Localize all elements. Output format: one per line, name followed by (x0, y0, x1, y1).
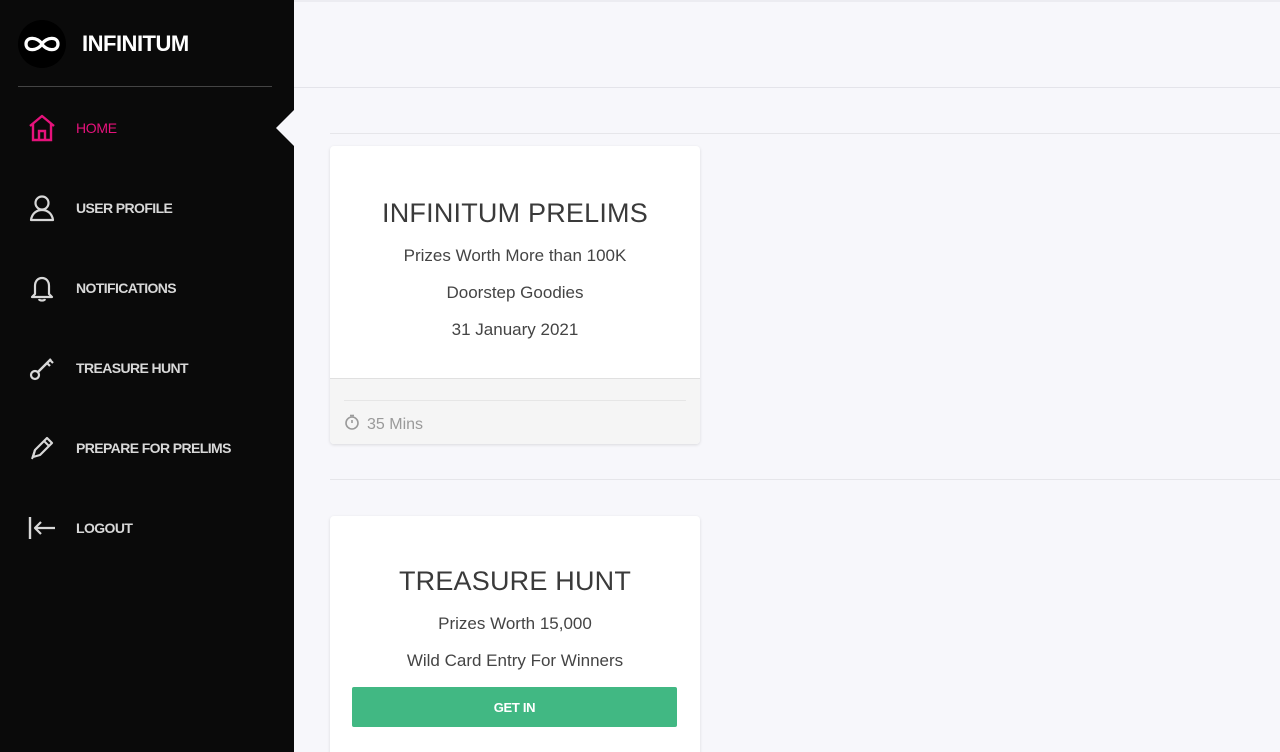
prelims-card-body: INFINITUM PRELIMS Prizes Worth More than… (330, 146, 700, 378)
treasure-card-body: TREASURE HUNT Prizes Worth 15,000 Wild C… (330, 516, 700, 671)
bell-icon (26, 272, 58, 304)
get-in-button[interactable]: GET IN (352, 687, 677, 727)
prelims-goodies-text: Doorstep Goodies (446, 283, 584, 302)
sidebar-item-label: LOGOUT (76, 520, 133, 536)
sidebar-item-logout[interactable]: LOGOUT (0, 488, 294, 568)
sidebar-item-label: PREPARE FOR PRELIMS (76, 440, 231, 456)
duration-meta: 35 Mins (344, 414, 423, 435)
prelims-prize-text: Prizes Worth More than 100K (403, 246, 627, 265)
prelims-card-footer: 35 Mins (330, 378, 700, 444)
infinity-icon (18, 20, 66, 68)
sidebar-item-prepare-for-prelims[interactable]: PREPARE FOR PRELIMS (0, 408, 294, 488)
home-icon (26, 112, 58, 144)
prelims-card-title: INFINITUM PRELIMS (382, 198, 648, 228)
sidebar-item-home[interactable]: HOME (0, 88, 294, 168)
treasure-wildcard-text: Wild Card Entry For Winners (406, 651, 624, 670)
sidebar-item-label: USER PROFILE (76, 200, 173, 216)
key-icon (26, 352, 58, 384)
treasure-card-title: TREASURE HUNT (398, 566, 632, 596)
sidebar-nav: HOME USER PROFILE NOTIFICATIONS TREASURE… (0, 88, 294, 568)
prelims-card[interactable]: INFINITUM PRELIMS Prizes Worth More than… (330, 146, 700, 444)
sidebar-item-label: TREASURE HUNT (76, 360, 189, 376)
section-divider (330, 133, 1280, 134)
pencil-icon (26, 432, 58, 464)
brand-divider (18, 86, 272, 87)
sidebar-item-label: NOTIFICATIONS (76, 280, 177, 296)
sidebar-item-label: HOME (76, 120, 117, 136)
duration-text: 35 Mins (367, 415, 424, 433)
app-root: INFINITUM HOME USER PROFILE NOTIFICATION… (0, 0, 1280, 752)
timer-icon (344, 414, 360, 435)
section-divider (330, 479, 1280, 480)
sidebar-item-user-profile[interactable]: USER PROFILE (0, 168, 294, 248)
brand-name: INFINITUM (82, 31, 189, 56)
top-bar (294, 0, 1280, 88)
sidebar-item-treasure-hunt[interactable]: TREASURE HUNT (0, 328, 294, 408)
treasure-hunt-card[interactable]: TREASURE HUNT Prizes Worth 15,000 Wild C… (330, 516, 700, 752)
footer-divider (344, 400, 686, 401)
user-icon (26, 192, 58, 224)
logout-icon (26, 512, 58, 544)
prelims-date-text: 31 January 2021 (451, 320, 579, 339)
sidebar: INFINITUM HOME USER PROFILE NOTIFICATION… (0, 0, 294, 752)
active-indicator (276, 110, 294, 146)
brand[interactable]: INFINITUM (18, 20, 272, 68)
sidebar-item-notifications[interactable]: NOTIFICATIONS (0, 248, 294, 328)
treasure-prize-text: Prizes Worth 15,000 (438, 614, 592, 633)
